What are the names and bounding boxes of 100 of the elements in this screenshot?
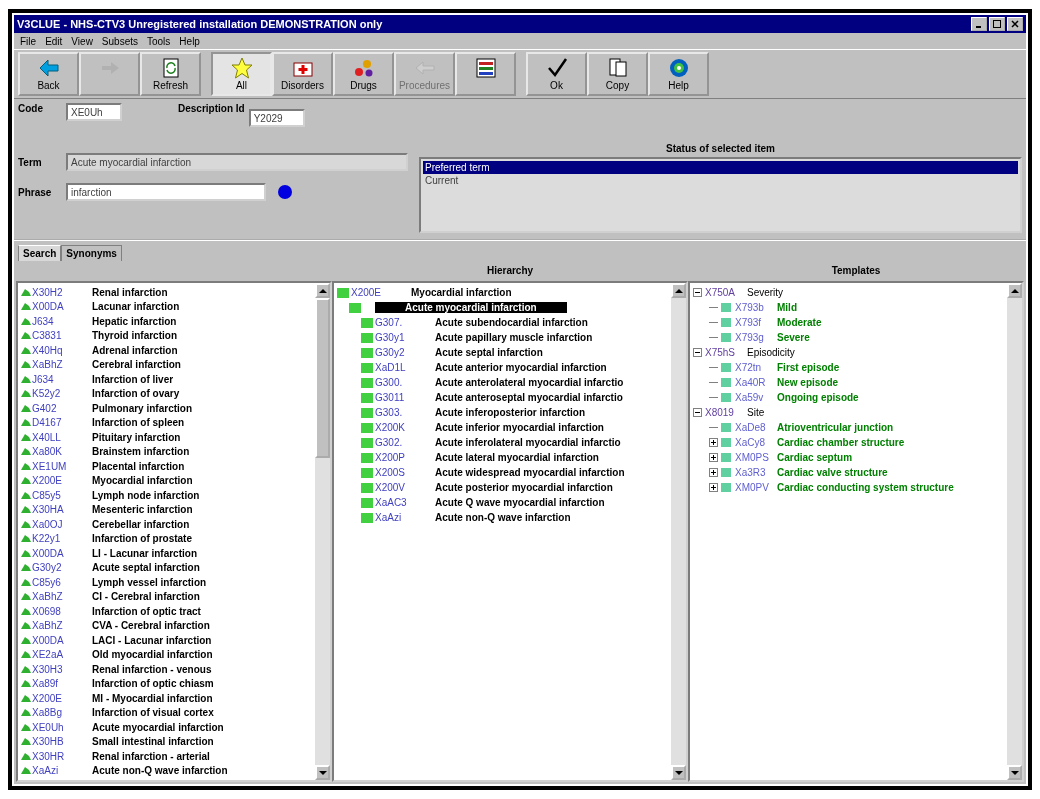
scrollbar[interactable] — [1007, 283, 1022, 780]
result-item[interactable]: LACI - Lacunar infarction — [92, 634, 212, 646]
hierarchy-item[interactable]: Acute Q wave myocardial infarction — [433, 497, 607, 508]
template-value[interactable]: Atrioventricular junction — [777, 422, 894, 433]
result-item[interactable]: Lymph vessel infarction — [92, 576, 207, 588]
template-value[interactable]: Severe — [777, 332, 810, 343]
expander-icon[interactable] — [709, 453, 718, 462]
code-field[interactable]: XE0Uh — [66, 103, 122, 121]
menu-item[interactable]: Tools — [147, 35, 171, 47]
status-item[interactable]: Preferred term — [423, 161, 1018, 174]
templates-heading: Templates — [830, 264, 882, 278]
tab[interactable]: Search — [18, 245, 62, 261]
hierarchy-item[interactable]: Myocardial infarction — [409, 287, 514, 298]
hierarchy-item[interactable]: Acute subendocardial infarction — [433, 317, 590, 328]
help-button[interactable]: Help — [648, 52, 709, 96]
status-item[interactable]: Current — [423, 174, 1018, 187]
hierarchy-item[interactable]: Acute non-Q wave infarction — [433, 512, 573, 523]
expander-icon[interactable] — [709, 483, 718, 492]
hierarchy-item[interactable]: Acute anteroseptal myocardial infarctio — [433, 392, 625, 403]
result-item[interactable]: Hepatic infarction — [92, 315, 177, 327]
result-item[interactable]: Acute non-Q wave infarction — [92, 765, 228, 777]
expander-icon[interactable] — [709, 438, 718, 447]
list-button[interactable] — [455, 52, 516, 96]
result-item[interactable]: Lacunar infarction — [92, 301, 180, 313]
template-attribute[interactable]: Episodicity — [747, 347, 795, 358]
result-item[interactable]: Infarction of optic tract — [92, 605, 201, 617]
menu-item[interactable]: File — [20, 35, 37, 47]
close-button[interactable] — [1007, 17, 1023, 31]
menu-item[interactable]: Help — [179, 35, 200, 47]
template-attribute[interactable]: Site — [747, 407, 765, 418]
phrase-field[interactable]: infarction — [66, 183, 266, 201]
star-button[interactable]: All — [211, 52, 272, 96]
result-item[interactable]: Infarction of prostate — [92, 533, 192, 545]
hierarchy-item[interactable]: Acute widespread myocardial infarction — [433, 467, 627, 478]
result-item[interactable]: Infarction of spleen — [92, 417, 185, 429]
result-item[interactable]: Acute myocardial infarction — [92, 721, 224, 733]
disorders-button[interactable]: Disorders — [272, 52, 333, 96]
result-item[interactable]: Small intestinal infarction — [92, 736, 214, 748]
template-value[interactable]: Cardiac septum — [777, 452, 853, 463]
result-item[interactable]: Acute septal infarction — [92, 562, 200, 574]
result-item[interactable]: Renal infarction - venous — [92, 663, 212, 675]
result-item[interactable]: Renal infarction - arterial — [92, 750, 210, 762]
result-item[interactable]: Mesenteric infarction — [92, 504, 193, 516]
hierarchy-item[interactable]: Acute inferior myocardial infarction — [433, 422, 606, 433]
result-item[interactable]: Thyroid infarction — [92, 330, 177, 342]
result-item[interactable]: MI - Myocardial infarction — [92, 692, 213, 704]
maximize-button[interactable] — [989, 17, 1005, 31]
scrollbar[interactable] — [671, 283, 686, 780]
hierarchy-item[interactable]: Acute myocardial infarction — [375, 302, 567, 313]
result-item[interactable]: Infarction of optic chiasm — [92, 678, 214, 690]
description-id-field[interactable]: Y2029 — [248, 109, 305, 127]
result-item[interactable]: Renal infarction — [92, 286, 168, 298]
hierarchy-item[interactable]: Acute lateral myocardial infarction — [433, 452, 601, 463]
copy-button[interactable]: Copy — [587, 52, 648, 96]
template-value[interactable]: Cardiac conducting system structure — [777, 482, 954, 493]
menu-item[interactable]: View — [71, 35, 93, 47]
hierarchy-item[interactable]: Acute septal infarction — [433, 347, 545, 358]
result-item[interactable]: Cerebellar infarction — [92, 518, 190, 530]
scrollbar[interactable] — [315, 283, 330, 780]
menu-item[interactable]: Edit — [45, 35, 63, 47]
minimize-button[interactable] — [971, 17, 987, 31]
result-item[interactable]: Infarction of visual cortex — [92, 707, 214, 719]
result-item[interactable]: CI - Cerebral infarction — [92, 591, 200, 603]
result-item[interactable]: Adrenal infarction — [92, 344, 178, 356]
expander-icon[interactable] — [709, 468, 718, 477]
result-item[interactable]: Myocardial infarction — [92, 475, 193, 487]
result-item[interactable]: Pituitary infarction — [92, 431, 181, 443]
result-item[interactable]: Pulmonary infarction — [92, 402, 192, 414]
hierarchy-item[interactable]: Acute inferolateral myocardial infarctio — [433, 437, 623, 448]
refresh-button[interactable]: Refresh — [140, 52, 201, 96]
result-item[interactable]: Brainstem infarction — [92, 446, 190, 458]
template-value[interactable]: Moderate — [777, 317, 822, 328]
ok-button[interactable]: Ok — [526, 52, 587, 96]
result-item[interactable]: Old myocardial infarction — [92, 649, 213, 661]
template-value[interactable]: Cardiac valve structure — [777, 467, 888, 478]
result-item[interactable]: Infarction of liver — [92, 373, 174, 385]
drugs-button[interactable]: Drugs — [333, 52, 394, 96]
result-item[interactable]: CVA - Cerebral infarction — [92, 620, 210, 632]
hierarchy-item[interactable]: Acute anterior myocardial infarction — [433, 362, 609, 373]
template-attribute[interactable]: Severity — [747, 287, 784, 298]
expander-icon[interactable] — [693, 348, 702, 357]
template-value[interactable]: Mild — [777, 302, 797, 313]
hierarchy-item[interactable]: Acute inferoposterior infarction — [433, 407, 587, 418]
result-item[interactable]: Placental infarction — [92, 460, 185, 472]
expander-icon[interactable] — [693, 408, 702, 417]
result-item[interactable]: LI - Lacunar infarction — [92, 547, 197, 559]
template-value[interactable]: Ongoing episode — [777, 392, 859, 403]
hierarchy-item[interactable]: Acute anterolateral myocardial infarctio — [433, 377, 626, 388]
back-button[interactable]: Back — [18, 52, 79, 96]
tab[interactable]: Synonyms — [61, 245, 122, 261]
hierarchy-item[interactable]: Acute papillary muscle infarction — [433, 332, 595, 343]
result-item[interactable]: Infarction of ovary — [92, 388, 180, 400]
result-item[interactable]: Cerebral infarction — [92, 359, 181, 371]
expander-icon[interactable] — [693, 288, 702, 297]
result-item[interactable]: Lymph node infarction — [92, 489, 200, 501]
hierarchy-item[interactable]: Acute posterior myocardial infarction — [433, 482, 615, 493]
template-value[interactable]: First episode — [777, 362, 840, 373]
template-value[interactable]: Cardiac chamber structure — [777, 437, 905, 448]
template-value[interactable]: New episode — [777, 377, 839, 388]
menu-item[interactable]: Subsets — [101, 35, 138, 47]
